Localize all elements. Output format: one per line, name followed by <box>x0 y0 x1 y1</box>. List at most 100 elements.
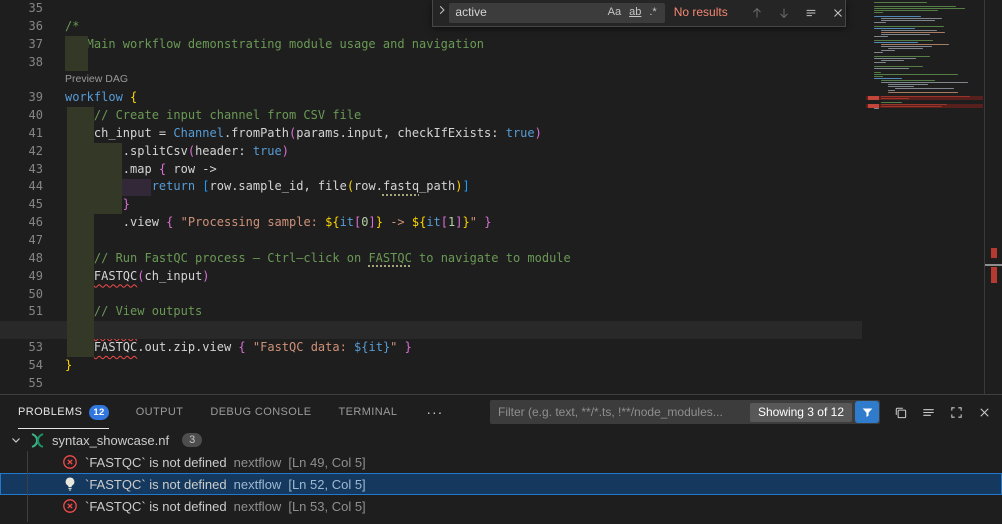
codelens-label[interactable]: Preview DAG <box>65 71 128 89</box>
copy-icon[interactable] <box>893 405 908 420</box>
code-line[interactable]: 52 FASTQC.out.html.view { "FastQC report… <box>0 321 862 339</box>
line-number[interactable]: 52 <box>0 321 43 339</box>
regex-icon[interactable]: .* <box>645 4 660 22</box>
code-token <box>65 304 94 318</box>
code-token: " <box>470 215 477 229</box>
line-number[interactable]: 40 <box>0 107 43 125</box>
close-panel-icon[interactable] <box>977 405 992 420</box>
find-query-text: active <box>455 4 603 22</box>
filter-funnel-icon[interactable] <box>855 401 879 423</box>
code-token <box>65 251 94 265</box>
problem-row[interactable]: `FASTQC` is not definednextflow[Ln 52, C… <box>0 473 1002 495</box>
find-in-selection-icon[interactable] <box>804 6 818 20</box>
minimap[interactable] <box>866 2 983 392</box>
code-line[interactable]: 45 } <box>0 196 862 214</box>
tab-problems[interactable]: PROBLEMS12 <box>18 395 109 429</box>
line-number[interactable]: 41 <box>0 125 43 143</box>
code-token: ${ <box>325 215 339 229</box>
code-token: ${it} <box>376 322 412 336</box>
code-line[interactable]: 50 <box>0 286 862 304</box>
code-line[interactable]: 48 // Run FastQC process — Ctrl–click on… <box>0 250 862 268</box>
code-line[interactable]: 46 .view { "Processing sample: ${it[0]} … <box>0 214 862 232</box>
code-line[interactable]: 41 ch_input = Channel.fromPath(params.in… <box>0 125 862 143</box>
maximize-panel-icon[interactable] <box>949 405 964 420</box>
line-number[interactable]: 39 <box>0 89 43 107</box>
find-previous-icon[interactable] <box>750 6 764 20</box>
problem-message: `FASTQC` is not defined <box>85 455 227 470</box>
line-number[interactable]: 37 <box>0 36 43 54</box>
code-token: _path <box>419 179 455 193</box>
code-token: it <box>426 215 440 229</box>
code-token: "FastQC report: <box>260 322 376 336</box>
minimap-line <box>866 110 983 112</box>
code-token: // Create input channel from CSV file <box>94 108 361 122</box>
problems-filter: Showing 3 of 12 <box>490 400 880 424</box>
line-number[interactable]: 44 <box>0 178 43 196</box>
problem-row[interactable]: `FASTQC` is not definednextflow[Ln 49, C… <box>0 451 1002 473</box>
code-token <box>65 179 152 193</box>
code-line[interactable]: 54} <box>0 357 862 375</box>
code-line[interactable]: 42 .splitCsv(header: true) <box>0 143 862 161</box>
code-token: "FastQC data: <box>253 340 354 354</box>
match-case-icon[interactable]: Aa <box>604 4 625 22</box>
tab-output[interactable]: OUTPUT <box>136 395 184 429</box>
code-token <box>65 108 94 122</box>
problem-message: `FASTQC` is not defined <box>85 477 227 492</box>
line-number[interactable]: 49 <box>0 268 43 286</box>
chevron-down-icon[interactable] <box>8 432 24 448</box>
code-editor[interactable]: 3536 /*37 * Main workflow demonstrating m… <box>0 0 1002 394</box>
code-token: } <box>376 215 383 229</box>
problem-row[interactable]: `FASTQC` is not definednextflow[Ln 53, C… <box>0 495 1002 517</box>
line-number[interactable]: 42 <box>0 143 43 161</box>
line-number[interactable]: 51 <box>0 303 43 321</box>
line-number[interactable]: 36 <box>0 18 43 36</box>
tab-terminal[interactable]: TERMINAL <box>339 395 398 429</box>
line-number[interactable]: 47 <box>0 232 43 250</box>
line-number[interactable]: 35 <box>0 0 43 18</box>
find-input[interactable]: active Aa ab .* <box>449 3 664 23</box>
problems-file-row[interactable]: syntax_showcase.nf 3 <box>0 429 1002 451</box>
code-token: -> <box>383 215 412 229</box>
toggle-replace-chevron-icon[interactable] <box>435 4 449 22</box>
code-token: to navigate to module <box>412 251 571 265</box>
close-icon[interactable] <box>831 6 845 20</box>
code-line[interactable]: 44 return [row.sample_id, file(row.fastq… <box>0 178 862 196</box>
tab-debug-console[interactable]: DEBUG CONSOLE <box>210 395 311 429</box>
line-number[interactable]: 43 <box>0 161 43 179</box>
code-line[interactable]: 47 <box>0 232 862 250</box>
line-number[interactable]: 45 <box>0 196 43 214</box>
view-as-list-icon[interactable] <box>921 405 936 420</box>
line-number[interactable]: 46 <box>0 214 43 232</box>
line-number[interactable]: 50 <box>0 286 43 304</box>
code-token: row. <box>354 179 383 193</box>
panel-header: PROBLEMS12 OUTPUT DEBUG CONSOLE TERMINAL ··… <box>0 395 1002 429</box>
codelens-row[interactable]: Preview DAG <box>0 71 862 89</box>
line-number[interactable]: 53 <box>0 339 43 357</box>
code-line[interactable]: 38 */ <box>0 54 862 72</box>
code-line[interactable]: 40 // Create input channel from CSV file <box>0 107 862 125</box>
code-line[interactable]: 51 // View outputs <box>0 303 862 321</box>
line-number[interactable]: 54 <box>0 357 43 375</box>
find-next-icon[interactable] <box>777 6 791 20</box>
code-text: workflow { <box>65 89 137 107</box>
code-line[interactable]: 37 * Main workflow demonstrating module … <box>0 36 862 54</box>
code-line[interactable]: 39 workflow { <box>0 89 862 107</box>
filter-input[interactable] <box>498 405 750 419</box>
whole-word-icon[interactable]: ab <box>625 4 645 22</box>
code-line[interactable]: 55 <box>0 375 862 393</box>
line-number[interactable]: 38 <box>0 54 43 72</box>
code-text: /* <box>65 18 79 36</box>
line-number[interactable]: 55 <box>0 375 43 393</box>
error-marker <box>991 267 997 283</box>
code-line[interactable]: 43 .map { row -> <box>0 161 862 179</box>
problem-position: [Ln 52, Col 5] <box>288 477 365 492</box>
overview-ruler[interactable] <box>984 0 1002 394</box>
line-number[interactable]: 48 <box>0 250 43 268</box>
line-number[interactable] <box>0 71 43 89</box>
code-token: } <box>405 340 412 354</box>
code-token: .out.html.view <box>137 322 245 336</box>
more-tabs-icon[interactable]: ··· <box>426 404 443 420</box>
code-line[interactable]: 53 FASTQC.out.zip.view { "FastQC data: $… <box>0 339 862 357</box>
code-token: .map <box>65 162 159 176</box>
code-line[interactable]: 49 FASTQC(ch_input) <box>0 268 862 286</box>
